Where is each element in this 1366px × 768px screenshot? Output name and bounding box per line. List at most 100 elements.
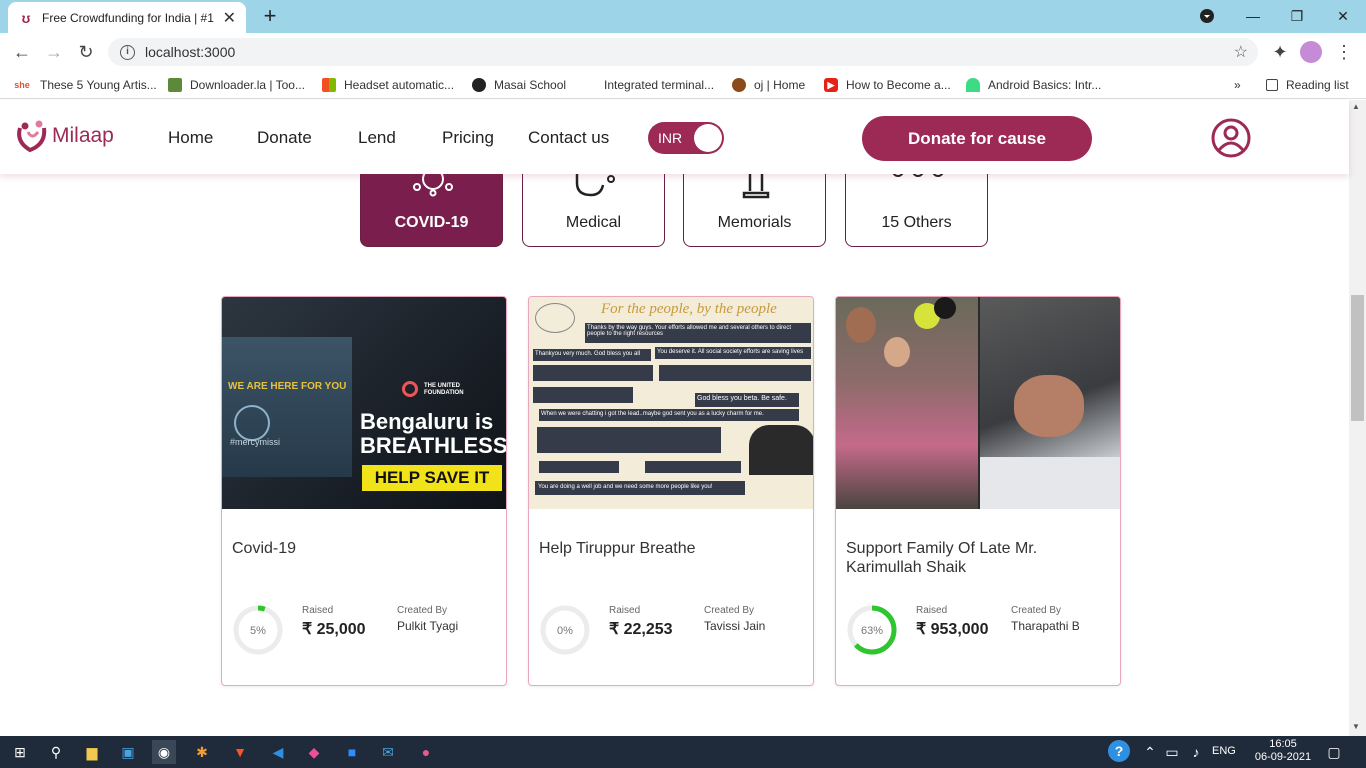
vscode-icon[interactable]: ◀ [266,740,290,764]
mail-icon[interactable]: ✉ [376,740,400,764]
nav-donate[interactable]: Donate [257,128,312,148]
bookmark-item[interactable]: Masai School [472,77,566,93]
tab-close-icon[interactable]: ✕ [223,8,236,28]
reading-list-button[interactable]: Reading list [1266,77,1349,93]
chrome-menu-icon[interactable]: ⋮ [1332,40,1356,64]
fundraiser-image: For the people, by the people Thanks by … [529,297,813,509]
nav-contact-us[interactable]: Contact us [528,128,609,148]
chat-bubble [533,387,633,403]
raised-amount: ₹ 22,253 [609,621,673,638]
toggle-knob [694,124,722,152]
brave-icon[interactable]: ▼ [228,740,252,764]
battery-icon[interactable]: ▭ [1160,740,1184,764]
raised-label: Raised [609,605,641,616]
bookmark-item[interactable]: oj | Home [732,77,805,93]
raised-label: Raised [302,605,334,616]
milaap-logo-icon [17,120,47,153]
creator-name: Tharapathi B [1011,619,1080,633]
chat-bubble [539,461,619,473]
slack-icon[interactable]: ✱ [190,740,214,764]
user-account-icon[interactable] [1211,118,1251,158]
drop-app-icon[interactable]: ● [414,740,438,764]
creator-name: Tavissi Jain [704,619,766,633]
profile-dropdown-icon[interactable] [1184,4,1230,28]
git-icon[interactable]: ◆ [302,740,326,764]
minimize-button[interactable]: — [1230,4,1276,28]
chrome-taskbar-icon[interactable]: ◉ [152,740,176,764]
address-bar[interactable]: i localhost:3000 ☆ [108,38,1258,66]
brand-logo[interactable]: Milaap [14,118,114,154]
progress-percent: 0% [557,625,573,637]
progress-ring: 63% [847,605,897,655]
raised-amount: ₹ 953,000 [916,621,989,638]
image-headline-2: BREATHLESS [360,433,506,458]
nav-pricing[interactable]: Pricing [442,128,494,148]
more-bookmarks-icon[interactable]: » [1234,77,1241,93]
bookmark-item[interactable]: Headset automatic... [322,77,454,93]
brand-name: Milaap [52,124,114,147]
nav-lend[interactable]: Lend [358,128,396,148]
tab-title: Free Crowdfunding for India | #1 [42,10,214,25]
chat-bubble [533,365,653,381]
browser-tab[interactable]: ʊ Free Crowdfunding for India | #1 ✕ [8,2,246,33]
image-badge-text: WE ARE HERE FOR YOU [228,381,347,392]
progress-percent: 5% [250,625,266,637]
person-head [846,307,876,343]
volume-icon[interactable]: ♪ [1184,740,1208,764]
milaap-favicon-icon: ʊ [21,9,31,26]
scroll-down-icon[interactable]: ▼ [1352,722,1360,731]
image-org-text: THE UNITED FOUNDATION [424,383,464,396]
progress-ring: 0% [540,605,590,655]
extensions-puzzle-icon[interactable]: ✦ [1268,40,1292,64]
balloon-shape [934,297,956,319]
profile-avatar[interactable] [1300,41,1322,63]
forward-arrow-icon[interactable]: → [42,40,66,64]
currency-toggle[interactable]: INR [648,122,724,154]
search-icon[interactable]: ⚲ [44,740,68,764]
new-tab-button[interactable]: + [258,5,282,29]
category-label: 15 Others [881,214,952,231]
chat-bubble: Thanks by the way guys. Your efforts all… [585,323,811,343]
bookmark-item[interactable]: she These 5 Young Artis... [12,77,157,93]
bookmark-item[interactable]: Integrated terminal... [582,77,714,93]
image-handle-text: #mercymissi [230,437,281,447]
clock-time: 16:05 [1269,738,1297,750]
created-by-label: Created By [397,605,448,616]
close-window-button[interactable]: ✕ [1320,4,1366,28]
fundraiser-card[interactable]: WE ARE HERE FOR YOU #mercymissi THE UNIT… [221,296,507,686]
restore-button[interactable]: ❐ [1274,4,1320,28]
fundraiser-image: WE ARE HERE FOR YOU #mercymissi THE UNIT… [222,297,506,509]
child-head [884,337,910,367]
bed-sheet [980,457,1120,509]
image-headline-1: Bengaluru is [360,409,494,434]
windows-start-icon[interactable]: ⊞ [8,740,32,764]
taskbar-clock[interactable]: 16:05 06-09-2021 [1253,738,1313,764]
help-icon[interactable]: ? [1108,740,1130,762]
progress-ring: 5% [233,605,283,655]
site-info-icon[interactable]: i [120,44,135,60]
donate-for-cause-button[interactable]: Donate for cause [862,116,1092,161]
fundraiser-card[interactable]: Support Family Of Late Mr. Karimullah Sh… [835,296,1121,686]
patient-head [1014,375,1084,437]
language-indicator[interactable]: ENG [1212,745,1236,757]
bookmark-item[interactable]: Android Basics: Intr... [966,77,1101,93]
bookmark-item[interactable]: ▶ How to Become a... [824,77,951,93]
photos-app-icon[interactable]: ▣ [116,740,140,764]
back-arrow-icon[interactable]: ← [10,40,34,64]
fundraiser-title: Support Family Of Late Mr. Karimullah Sh… [846,540,1038,576]
notifications-icon[interactable]: ▢ [1322,740,1346,764]
bookmark-star-icon[interactable]: ☆ [1234,42,1248,62]
zoom-icon[interactable]: ■ [340,740,364,764]
scroll-up-icon[interactable]: ▲ [1352,102,1360,111]
bookmark-item[interactable]: Downloader.la | Too... [168,77,305,93]
fundraiser-card[interactable]: For the people, by the people Thanks by … [528,296,814,686]
reload-icon[interactable]: ↻ [74,40,98,64]
file-explorer-icon[interactable]: ▆ [80,740,104,764]
scrollbar-thumb[interactable] [1351,295,1364,421]
photo-silhouette [749,425,813,475]
chat-bubble: God bless you beta. Be safe. [695,393,799,407]
category-label: COVID-19 [394,214,469,231]
currency-toggle-label: INR [658,130,683,146]
tray-chevron-icon[interactable]: ⌃ [1138,740,1162,764]
nav-home[interactable]: Home [168,128,213,148]
